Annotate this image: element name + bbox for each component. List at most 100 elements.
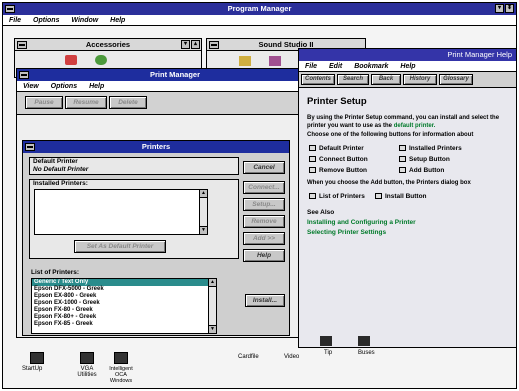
scroll-down-icon[interactable]: ▼ <box>200 226 207 234</box>
tip-icon[interactable] <box>320 336 332 346</box>
minimize-icon[interactable]: ▾ <box>495 4 504 13</box>
checkbox-icon <box>399 167 406 174</box>
help-window: Print Manager Help File Edit Bookmark He… <box>298 48 517 348</box>
list-of-printers[interactable]: Generic / Text Only Epson DFX-5000 - Gre… <box>31 278 217 334</box>
restore-icon[interactable]: ⬍ <box>505 4 514 13</box>
printer-list-item-selected[interactable]: Generic / Text Only <box>32 279 216 286</box>
program-manager-title-bar[interactable]: Program Manager ▾ ⬍ <box>3 3 516 15</box>
printer-list-item[interactable]: Epson FX-85 - Greek <box>32 321 216 328</box>
option-connect-button[interactable]: Connect Button <box>309 156 368 163</box>
system-menu-icon[interactable] <box>25 143 35 151</box>
option-label: Connect Button <box>319 156 368 163</box>
option-add-button[interactable]: Add Button <box>399 167 444 174</box>
menu-file[interactable]: File <box>305 63 317 70</box>
default-printer-group: Default Printer No Default Printer <box>29 157 239 175</box>
printer-list-scrollbar[interactable]: ▲ ▼ <box>208 279 216 333</box>
help-button[interactable]: Help <box>243 249 285 262</box>
accessories-title-bar[interactable]: Accessories ▾ ▴ <box>15 39 201 51</box>
mouse-icon[interactable] <box>239 56 251 66</box>
video-label[interactable]: Video <box>284 354 299 360</box>
option-label: Default Printer <box>319 145 364 152</box>
printer-list-item[interactable]: Epson FX-80 - Greek <box>32 307 216 314</box>
menu-options[interactable]: Options <box>33 17 59 24</box>
menu-help[interactable]: Help <box>110 17 125 24</box>
minimize-icon[interactable]: ▾ <box>181 40 190 49</box>
scroll-up-icon[interactable]: ▲ <box>209 279 216 287</box>
help-paragraph-2: Choose one of the following buttons for … <box>307 132 474 138</box>
installing-printer-link[interactable]: Installing and Configuring a Printer <box>307 219 416 226</box>
menu-help[interactable]: Help <box>400 63 415 70</box>
default-printer-value: No Default Printer <box>33 166 89 173</box>
option-label: Remove Button <box>319 167 368 174</box>
program-group-icon <box>114 352 128 364</box>
menu-edit[interactable]: Edit <box>329 63 342 70</box>
system-menu-icon[interactable] <box>209 41 219 49</box>
option-remove-button[interactable]: Remove Button <box>309 167 367 174</box>
add-button[interactable]: Add >> <box>243 232 285 245</box>
maximize-icon[interactable]: ▴ <box>191 40 200 49</box>
list-of-printers-label: List of Printers: <box>31 269 80 276</box>
print-manager-menu-bar: View Options Help <box>17 81 333 92</box>
search-button[interactable]: Search <box>337 74 369 85</box>
option-install-button[interactable]: Install Button <box>375 193 427 200</box>
menu-view[interactable]: View <box>23 83 39 90</box>
glossary-button[interactable]: Glossary <box>439 74 473 85</box>
history-button[interactable]: History <box>403 74 437 85</box>
menu-bookmark[interactable]: Bookmark <box>354 63 388 70</box>
scroll-down-icon[interactable]: ▼ <box>209 325 216 333</box>
pause-button[interactable]: Pause <box>25 96 63 109</box>
program-group-icon <box>30 352 44 364</box>
system-menu-icon[interactable] <box>5 5 15 13</box>
option-list-of-printers[interactable]: List of Printers <box>309 193 365 200</box>
checkbox-icon <box>309 156 316 163</box>
system-menu-icon[interactable] <box>19 71 29 79</box>
print-manager-title: Print Manager <box>149 70 200 79</box>
printers-dialog-title: Printers <box>141 142 171 151</box>
help-heading: Printer Setup <box>307 96 367 107</box>
connect-button[interactable]: Connect... <box>243 181 285 194</box>
help-title-bar[interactable]: Print Manager Help <box>299 49 516 61</box>
cardfile-label[interactable]: Cardfile <box>238 354 259 360</box>
menu-help[interactable]: Help <box>89 83 104 90</box>
option-installed-printers[interactable]: Installed Printers <box>399 145 462 152</box>
installed-printers-list[interactable]: ▲ ▼ <box>34 189 208 235</box>
printer-list-item[interactable]: Epson DFX-5000 - Greek <box>32 286 216 293</box>
system-menu-icon[interactable] <box>17 41 27 49</box>
delete-button[interactable]: Delete <box>109 96 147 109</box>
back-button[interactable]: Back <box>371 74 401 85</box>
remove-button[interactable]: Remove <box>243 215 285 228</box>
setup-button[interactable]: Setup... <box>243 198 285 211</box>
default-printer-label: Default Printer <box>33 158 78 165</box>
buses-icon[interactable] <box>358 336 370 346</box>
printer-list-item[interactable]: Epson EX-800 - Greek <box>32 293 216 300</box>
joystick-icon[interactable] <box>269 56 281 66</box>
help-paragraph-1: By using the Printer Setup command, you … <box>307 114 512 130</box>
help-menu-bar: File Edit Bookmark Help <box>299 61 516 72</box>
print-manager-title-bar[interactable]: Print Manager <box>17 69 333 81</box>
printer-list-item[interactable]: Epson FX-80+ - Greek <box>32 314 216 321</box>
option-label: Installed Printers <box>409 145 462 152</box>
scroll-up-icon[interactable]: ▲ <box>200 190 207 198</box>
installed-list-scrollbar[interactable]: ▲ ▼ <box>199 190 207 234</box>
menu-options[interactable]: Options <box>51 83 77 90</box>
installed-printers-label: Installed Printers: <box>33 180 88 187</box>
menu-window[interactable]: Window <box>71 17 98 24</box>
contents-button[interactable]: Contents <box>301 74 335 85</box>
install-button[interactable]: Install... <box>245 294 285 307</box>
option-setup-button[interactable]: Setup Button <box>399 156 450 163</box>
paintbrush-icon[interactable] <box>95 55 107 65</box>
help-content: Printer Setup By using the Printer Setup… <box>299 88 516 347</box>
menu-file[interactable]: File <box>9 17 21 24</box>
printer-list-item[interactable]: Epson EX-1000 - Greek <box>32 300 216 307</box>
resume-button[interactable]: Resume <box>65 96 107 109</box>
selecting-settings-link[interactable]: Selecting Printer Settings <box>307 229 386 236</box>
help-title: Print Manager Help <box>447 50 512 59</box>
option-label: Setup Button <box>409 156 450 163</box>
set-default-printer-button[interactable]: Set As Default Printer <box>74 240 166 253</box>
printers-dialog-title-bar[interactable]: Printers <box>23 141 289 153</box>
default-printer-link[interactable]: default printer. <box>394 123 436 129</box>
write-icon[interactable] <box>65 55 77 65</box>
option-label: Install Button <box>385 193 427 200</box>
option-default-printer[interactable]: Default Printer <box>309 145 364 152</box>
cancel-button[interactable]: Cancel <box>243 161 285 174</box>
